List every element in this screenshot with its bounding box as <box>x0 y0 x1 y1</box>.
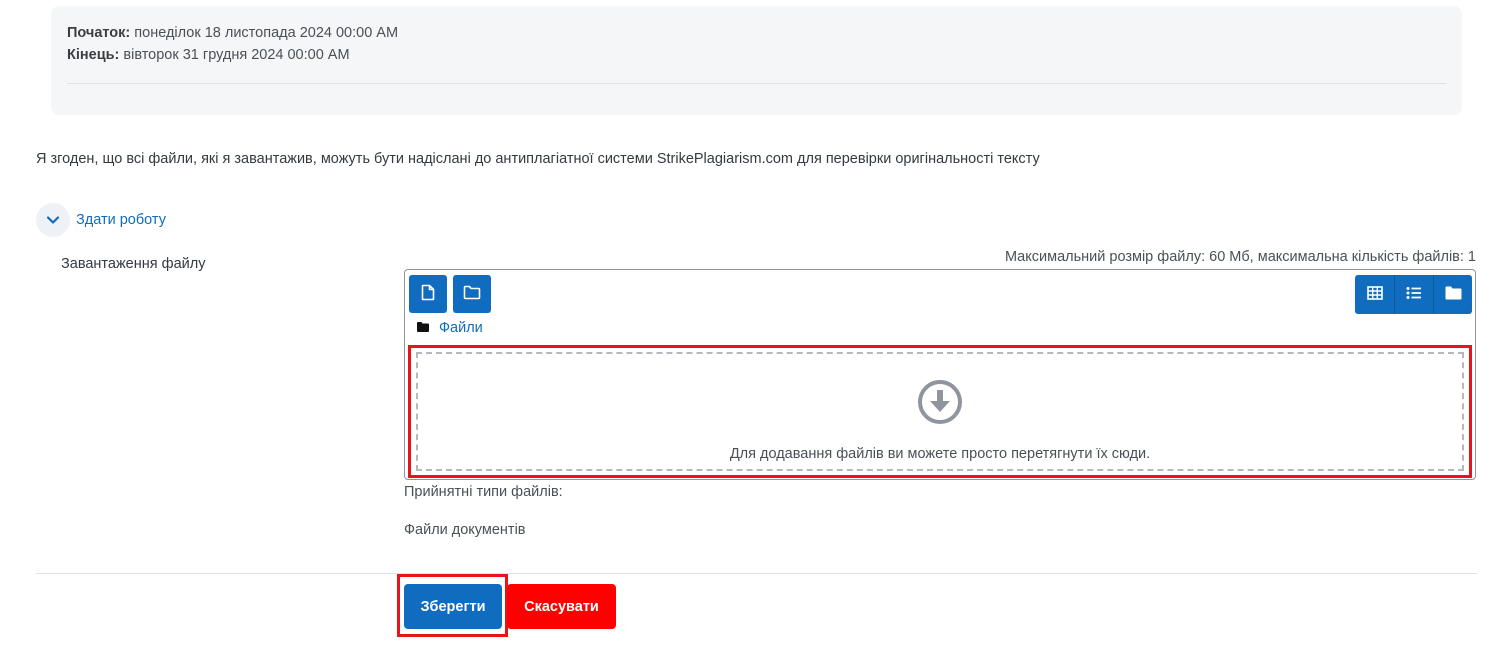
max-file-info: Максимальний розмір файлу: 60 Мб, максим… <box>1004 249 1476 265</box>
folder-view-icon <box>1445 286 1462 304</box>
start-date-row: Початок: понеділок 18 листопада 2024 00:… <box>67 25 398 41</box>
view-list-button[interactable] <box>1394 275 1433 314</box>
list-view-icon <box>1406 286 1422 304</box>
plagiarism-agreement-text: Я згоден, що всі файли, які я завантажив… <box>36 151 1040 167</box>
save-button[interactable]: Зберегти <box>404 584 502 629</box>
end-date-value: вівторок 31 грудня 2024 00:00 AM <box>123 47 350 63</box>
submit-work-toggle[interactable]: Здати роботу <box>36 203 166 237</box>
end-date-label: Кінець: <box>67 47 120 63</box>
view-tree-button[interactable] <box>1433 275 1472 314</box>
chevron-down-icon[interactable] <box>36 203 70 237</box>
dropzone-text: Для додавання файлів ви можете просто пе… <box>729 446 1151 462</box>
dropzone-highlight: Для додавання файлів ви можете просто пе… <box>408 345 1472 478</box>
folder-icon <box>417 320 429 336</box>
start-date-value: понеділок 18 листопада 2024 00:00 AM <box>134 25 399 41</box>
dates-divider <box>67 83 1446 84</box>
file-picker: Файли Для додавання файлів ви можете про… <box>404 269 1476 480</box>
add-file-button[interactable] <box>409 275 447 313</box>
files-path-link[interactable]: Файли <box>439 320 483 336</box>
create-folder-button[interactable] <box>453 275 491 313</box>
accepted-types-label: Прийнятні типи файлів: <box>404 484 563 500</box>
folder-icon <box>463 285 481 304</box>
end-date-row: Кінець: вівторок 31 грудня 2024 00:00 AM <box>67 47 350 63</box>
download-circle-icon <box>917 379 963 429</box>
file-path-breadcrumb: Файли <box>417 320 483 336</box>
grid-view-icon <box>1366 285 1383 304</box>
accepted-types-value: Файли документів <box>404 522 526 538</box>
start-date-label: Початок: <box>67 25 131 41</box>
file-icon <box>421 284 435 305</box>
dates-panel: Початок: понеділок 18 листопада 2024 00:… <box>51 6 1462 115</box>
form-divider <box>36 573 1477 574</box>
file-dropzone[interactable]: Для додавання файлів ви можете просто пе… <box>416 352 1464 471</box>
submit-work-label[interactable]: Здати роботу <box>76 212 166 228</box>
file-upload-label: Завантаження файлу <box>61 256 206 272</box>
view-icons-button[interactable] <box>1355 275 1394 314</box>
cancel-button[interactable]: Скасувати <box>507 584 616 629</box>
